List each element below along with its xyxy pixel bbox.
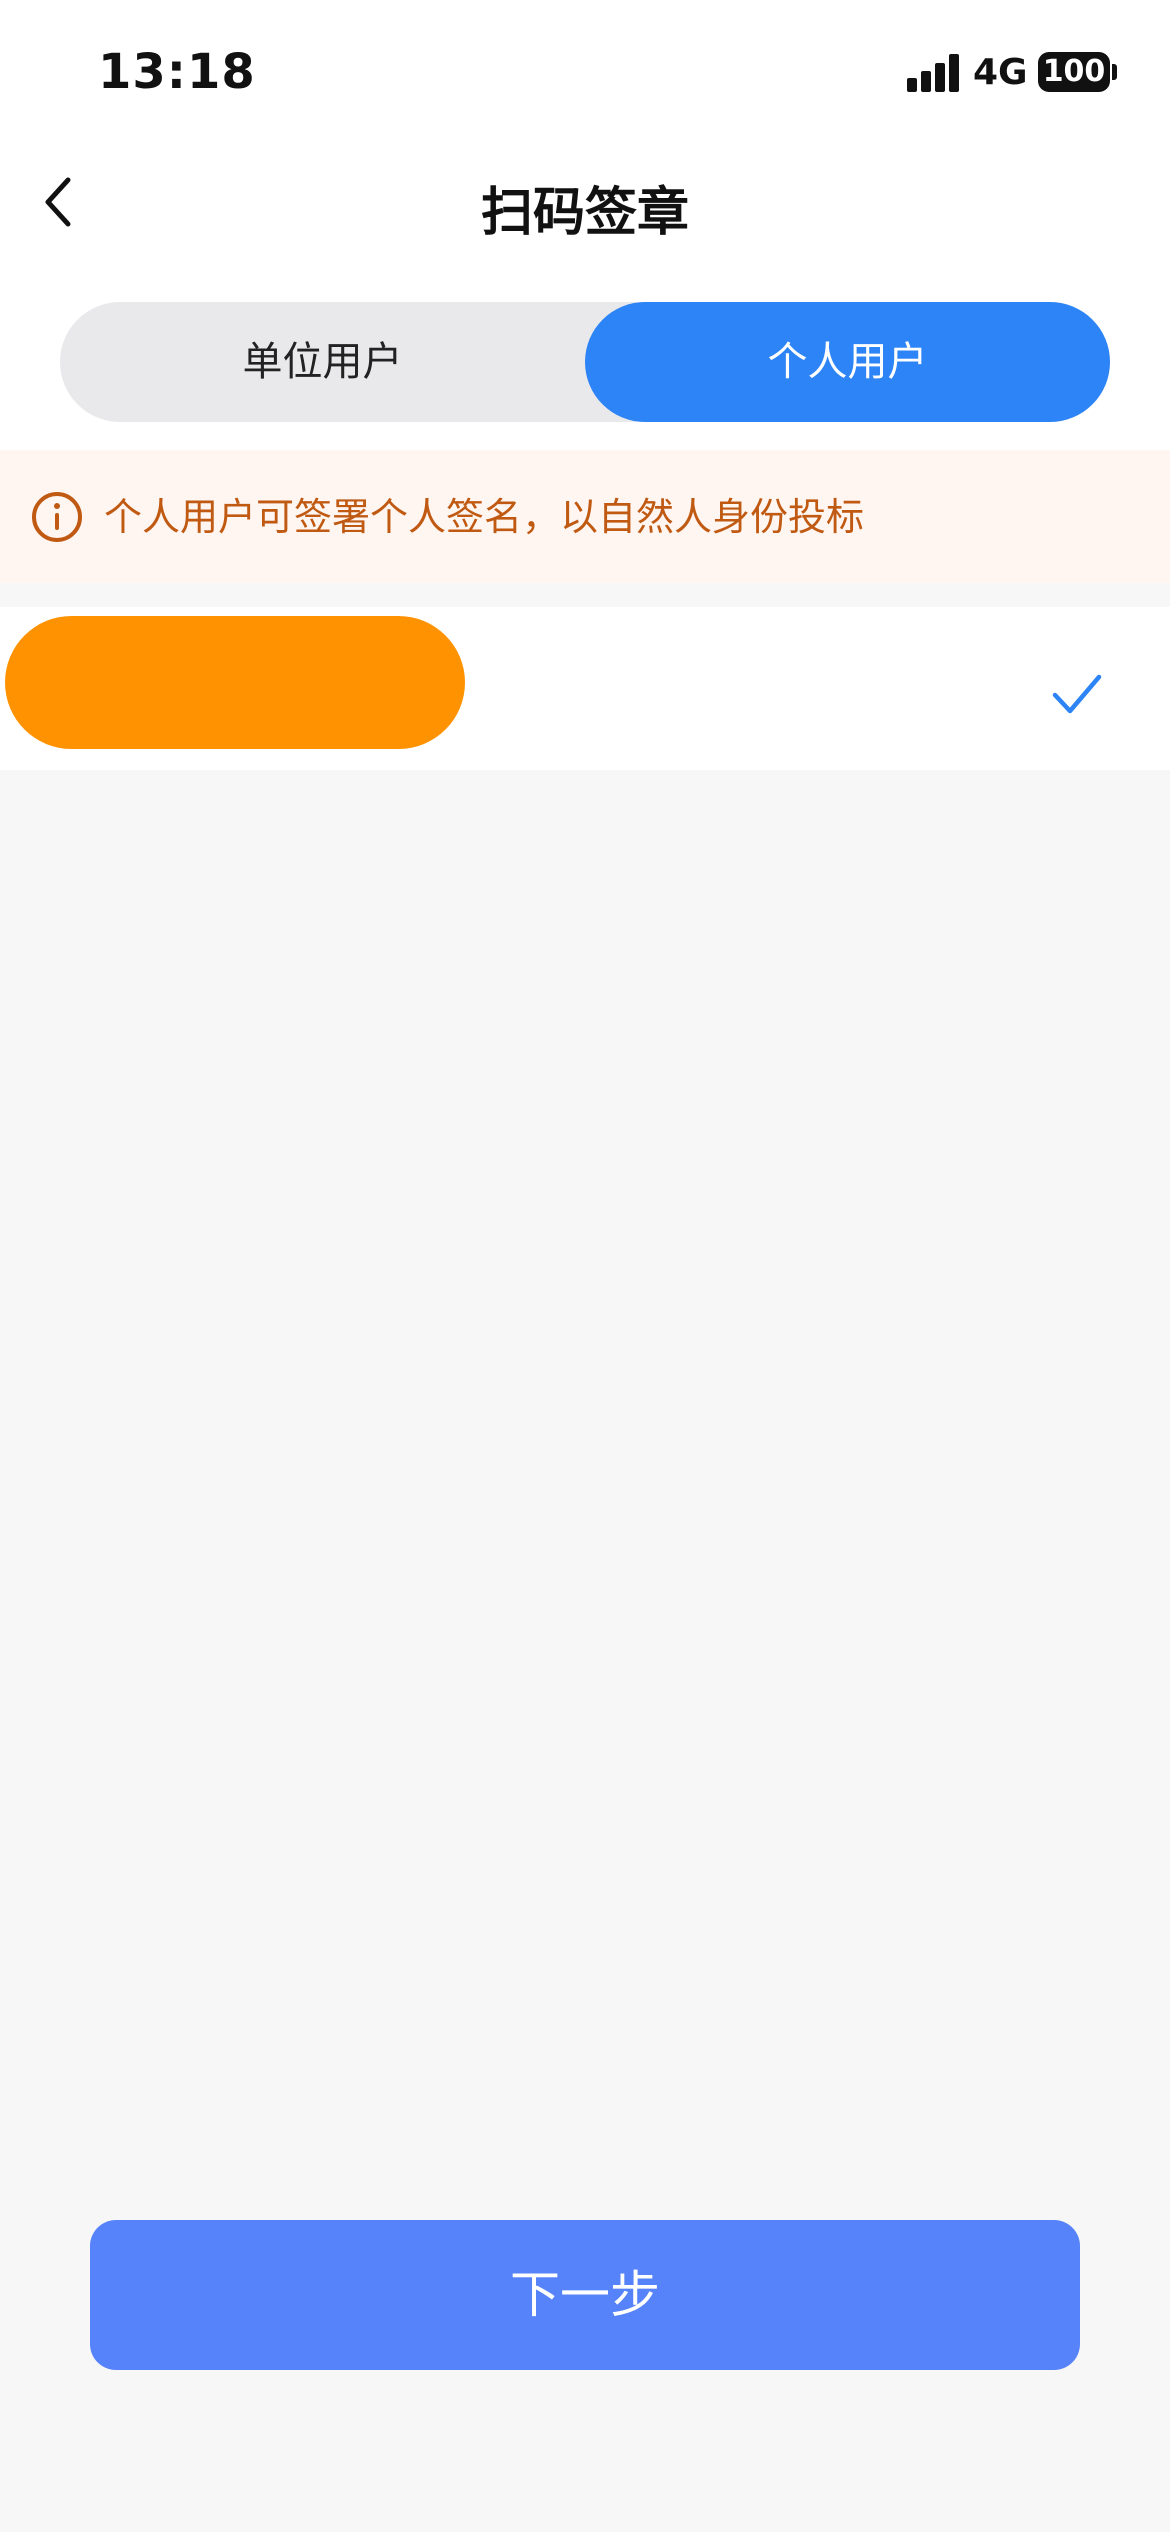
info-icon: [30, 490, 84, 544]
notice-banner: 个人用户可签署个人签名，以自然人身份投标: [0, 450, 1170, 583]
checkmark-icon: [1052, 673, 1102, 717]
tab-personal-user[interactable]: 个人用户: [585, 302, 1110, 422]
status-bar: 13:18 4G 100: [0, 0, 1170, 140]
user-type-segment: 单位用户 个人用户: [60, 302, 1110, 422]
battery-cap: [1112, 64, 1117, 80]
status-time: 13:18: [98, 44, 256, 100]
page-title: 扫码签章: [480, 183, 689, 243]
battery-level: 100: [1042, 54, 1106, 89]
notice-text: 个人用户可签署个人签名，以自然人身份投标: [104, 495, 865, 539]
battery-icon: 100: [1038, 52, 1110, 92]
scan-sign-screen: 13:18 4G 100 扫码签章 单位用户 个人用户 个人用户可签署个人签名，…: [0, 0, 1170, 2532]
list-item[interactable]: [0, 607, 1170, 770]
signal-strength-icon: [907, 54, 959, 92]
user-name-redacted: [5, 616, 465, 749]
tab-unit-user[interactable]: 单位用户: [60, 302, 585, 422]
next-step-button[interactable]: 下一步: [90, 2220, 1080, 2370]
network-type: 4G: [973, 52, 1028, 93]
